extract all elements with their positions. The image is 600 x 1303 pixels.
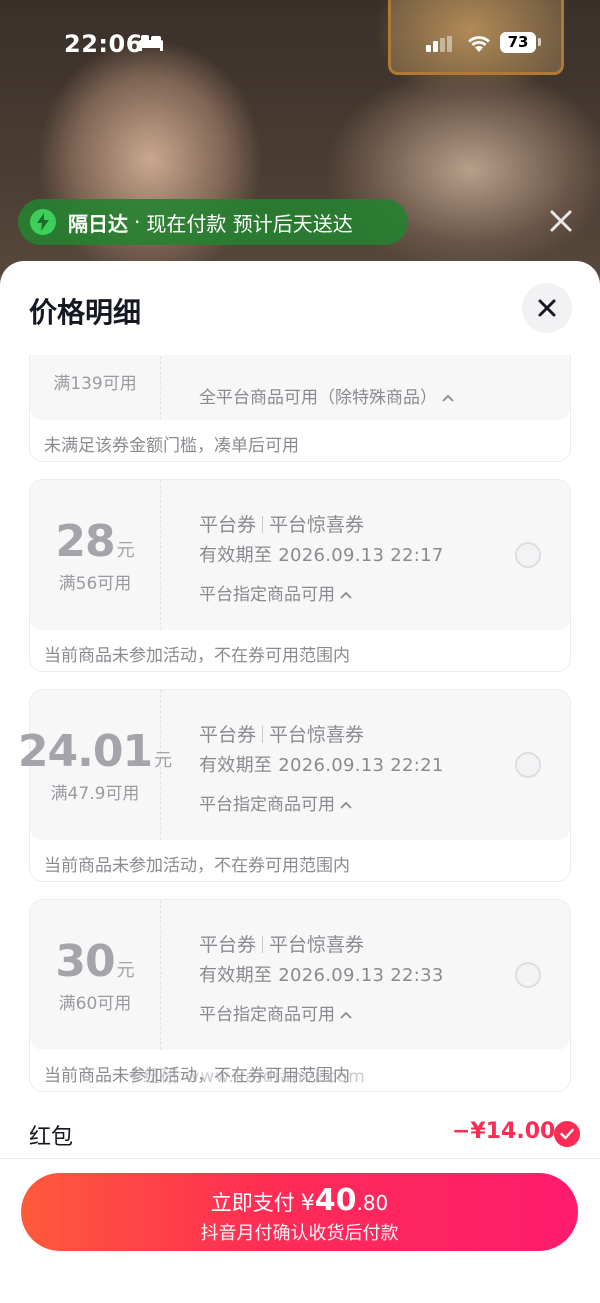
coupon-type-label: 平台券	[199, 724, 257, 746]
coupon-amount-value: 28	[55, 516, 115, 567]
delivery-banner[interactable]: 隔日达 · 现在付款 预计后天送达	[18, 199, 408, 245]
sleep-mode-icon	[139, 35, 163, 51]
pay-now-button[interactable]: 立即支付 ¥40.80 抖音月付确认收货后付款	[21, 1173, 578, 1251]
coupon-scope[interactable]: 平台指定商品可用	[199, 790, 352, 815]
sheet-close-button[interactable]	[522, 283, 572, 333]
watermark: 卡纽研 www.kaidianvi.com	[125, 1067, 366, 1087]
pay-amount-int: 40	[314, 1183, 357, 1218]
coupon-scope-text: 平台指定商品可用	[199, 795, 335, 815]
coupon-subtype-label: 平台惊喜券	[269, 514, 365, 536]
divider	[0, 1158, 600, 1159]
coupon-type-label: 平台券	[199, 514, 257, 536]
coupon-amount: 24.01 元 满47.9可用	[18, 690, 172, 840]
coupon-amount-unit: 元	[154, 750, 173, 771]
hongbao-row[interactable]: 红包 −¥14.00	[0, 1111, 600, 1157]
status-bar: 22:06 73	[0, 0, 600, 88]
coupon-body: 满139可用 全平台商品可用（除特殊商品）	[30, 355, 570, 420]
coupon-card[interactable]: 28 元 满56可用 平台券 平台惊喜券 有效期至 2026.09.13 22:17…	[29, 479, 571, 672]
coupon-condition: 满56可用	[58, 574, 132, 594]
coupon-scope[interactable]: 平台指定商品可用	[199, 1000, 352, 1025]
coupon-subtype-label: 平台惊喜券	[269, 934, 365, 956]
coupon-amount: 30 元 满60可用	[30, 900, 161, 1050]
pay-currency: ¥	[300, 1191, 315, 1216]
coupon-validity: 有效期至 2026.09.13 22:17	[199, 545, 444, 566]
pay-subtitle: 抖音月付确认收货后付款	[200, 1223, 399, 1244]
battery-tip	[538, 38, 541, 46]
coupon-type: 平台券 平台惊喜券	[199, 720, 364, 747]
coupon-amount-unit: 元	[116, 540, 135, 561]
coupon-radio[interactable]	[515, 752, 541, 778]
pay-label: 立即支付	[210, 1191, 295, 1215]
coupon-amount-unit: 元	[116, 960, 135, 981]
coupon-body: 30 元 满60可用 平台券 平台惊喜券 有效期至 2026.09.13 22:33…	[30, 900, 570, 1050]
coupon-scope[interactable]: 全平台商品可用（除特殊商品）	[199, 383, 454, 408]
lightning-icon	[30, 209, 56, 235]
pay-amount-dec: .80	[356, 1191, 389, 1215]
chevron-up-icon	[340, 591, 352, 599]
coupon-card[interactable]: 24.01 元 满47.9可用 平台券 平台惊喜券 有效期至 2026.09.13 …	[18, 689, 571, 882]
sheet-title: 价格明细	[29, 296, 142, 329]
coupon-radio[interactable]	[515, 962, 541, 988]
status-time: 22:06	[64, 30, 143, 58]
coupon-note: 未满足该券金额门槛，凑单后可用	[44, 436, 299, 456]
coupon-condition: 满60可用	[58, 994, 132, 1014]
cellular-signal-icon	[426, 36, 452, 52]
coupon-amount-value: 24.01	[17, 726, 153, 777]
chevron-up-icon	[340, 801, 352, 809]
banner-separator: ·	[134, 210, 141, 234]
coupon-type-label: 平台券	[199, 934, 257, 956]
price-detail-sheet: 价格明细 满139可用 全平台商品可用（除特殊商品） 未满足该券金额门槛，凑单后…	[0, 261, 600, 1303]
coupon-amount: 28 元 满56可用	[30, 480, 161, 630]
coupon-scope-text: 全平台商品可用（除特殊商品）	[199, 388, 437, 408]
hongbao-label: 红包	[29, 1125, 74, 1150]
banner-text: 现在付款 预计后天送达	[146, 211, 353, 236]
pay-amount-line: 立即支付 ¥40.80	[21, 1183, 578, 1218]
close-icon	[538, 299, 556, 317]
coupon-scope-text: 平台指定商品可用	[199, 585, 335, 605]
coupon-subtype-label: 平台惊喜券	[269, 724, 365, 746]
coupon-body: 24.01 元 满47.9可用 平台券 平台惊喜券 有效期至 2026.09.13 …	[18, 690, 570, 840]
coupon-amount-value: 30	[55, 936, 115, 987]
chevron-up-icon	[442, 394, 454, 402]
checkmark-icon[interactable]	[554, 1121, 580, 1147]
wifi-icon	[468, 36, 490, 52]
hongbao-amount: −¥14.00	[452, 1119, 556, 1144]
coupon-card[interactable]: 满139可用 全平台商品可用（除特殊商品） 未满足该券金额门槛，凑单后可用	[29, 355, 571, 462]
banner-title: 隔日达	[68, 211, 128, 236]
coupon-type: 平台券 平台惊喜券	[199, 510, 364, 537]
coupon-note: 当前商品未参加活动，不在券可用范围内	[44, 646, 350, 666]
coupon-amount: 满139可用	[30, 355, 161, 420]
chevron-up-icon	[340, 1011, 352, 1019]
close-icon[interactable]	[548, 208, 574, 234]
coupon-note: 当前商品未参加活动，不在券可用范围内	[44, 856, 350, 876]
coupon-body: 28 元 满56可用 平台券 平台惊喜券 有效期至 2026.09.13 22:17…	[30, 480, 570, 630]
coupon-scope[interactable]: 平台指定商品可用	[199, 580, 352, 605]
coupon-radio[interactable]	[515, 542, 541, 568]
battery-indicator: 73	[500, 32, 536, 53]
coupon-condition: 满47.9可用	[50, 784, 140, 804]
coupon-validity: 有效期至 2026.09.13 22:21	[199, 755, 444, 776]
coupon-scope-text: 平台指定商品可用	[199, 1005, 335, 1025]
coupon-validity: 有效期至 2026.09.13 22:33	[199, 965, 444, 986]
coupon-condition: 满139可用	[53, 373, 137, 394]
coupon-type: 平台券 平台惊喜券	[199, 930, 364, 957]
coupon-list[interactable]: 满139可用 全平台商品可用（除特殊商品） 未满足该券金额门槛，凑单后可用 28…	[0, 355, 600, 1095]
